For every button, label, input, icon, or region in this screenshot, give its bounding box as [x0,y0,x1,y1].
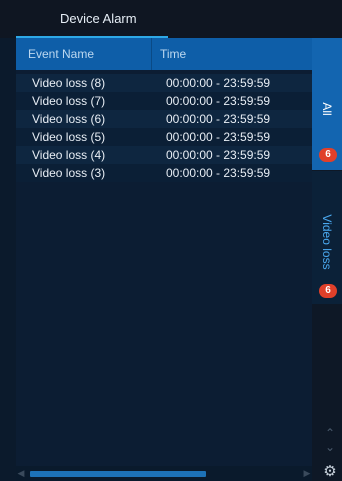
time-cell: 00:00:00 - 23:59:59 [166,166,271,180]
event-name-cell: Video loss (8) [32,76,106,90]
table-row[interactable]: Video loss (4) 00:00:00 - 23:59:59 [16,146,312,164]
filter-sidebar: All 6 Video loss 6 [312,38,342,481]
title-bar: Device Alarm [0,0,342,38]
chevron-left-icon[interactable]: ◀ [16,468,26,479]
table-row[interactable]: Video loss (8) 00:00:00 - 23:59:59 [16,74,312,92]
chevron-right-icon[interactable]: ▶ [302,468,312,479]
device-alarm-window: Device Alarm Event Name Time Video loss … [0,0,342,481]
time-cell: 00:00:00 - 23:59:59 [166,148,271,162]
count-badge: 6 [319,284,337,298]
time-cell: 00:00:00 - 23:59:59 [166,76,271,90]
horizontal-scrollbar[interactable]: ◀ ▶ [16,466,312,481]
time-cell: 00:00:00 - 23:59:59 [166,130,271,144]
event-name-cell: Video loss (7) [32,94,106,108]
tab-all[interactable]: All 6 [312,38,342,170]
tab-all-label: All [320,102,334,116]
event-name-cell: Video loss (4) [32,148,106,162]
event-name-cell: Video loss (5) [32,130,106,144]
chevron-down-icon[interactable]: ⌄ [322,440,338,454]
scrollbar-thumb[interactable] [30,471,206,477]
table-row[interactable]: Video loss (6) 00:00:00 - 23:59:59 [16,110,312,128]
alarm-table: Event Name Time Video loss (8) 00:00:00 … [16,38,312,481]
tab-device-alarm[interactable]: Device Alarm [16,0,168,38]
tab-video-loss[interactable]: Video loss 6 [312,171,342,304]
tab-video-loss-label: Video loss [320,214,334,270]
table-row[interactable]: Video loss (3) 00:00:00 - 23:59:59 [16,164,312,182]
table-body: Video loss (8) 00:00:00 - 23:59:59 Video… [16,74,312,182]
gear-icon[interactable]: ⚙ [322,464,338,480]
column-header-time[interactable]: Time [152,38,312,70]
time-cell: 00:00:00 - 23:59:59 [166,94,271,108]
count-badge: 6 [319,148,337,162]
table-row[interactable]: Video loss (7) 00:00:00 - 23:59:59 [16,92,312,110]
time-cell: 00:00:00 - 23:59:59 [166,112,271,126]
table-header: Event Name Time [16,38,312,70]
event-name-cell: Video loss (3) [32,166,106,180]
table-row[interactable]: Video loss (5) 00:00:00 - 23:59:59 [16,128,312,146]
event-name-cell: Video loss (6) [32,112,106,126]
column-header-event-name[interactable]: Event Name [16,38,152,70]
chevron-up-icon[interactable]: ⌃ [322,426,338,440]
